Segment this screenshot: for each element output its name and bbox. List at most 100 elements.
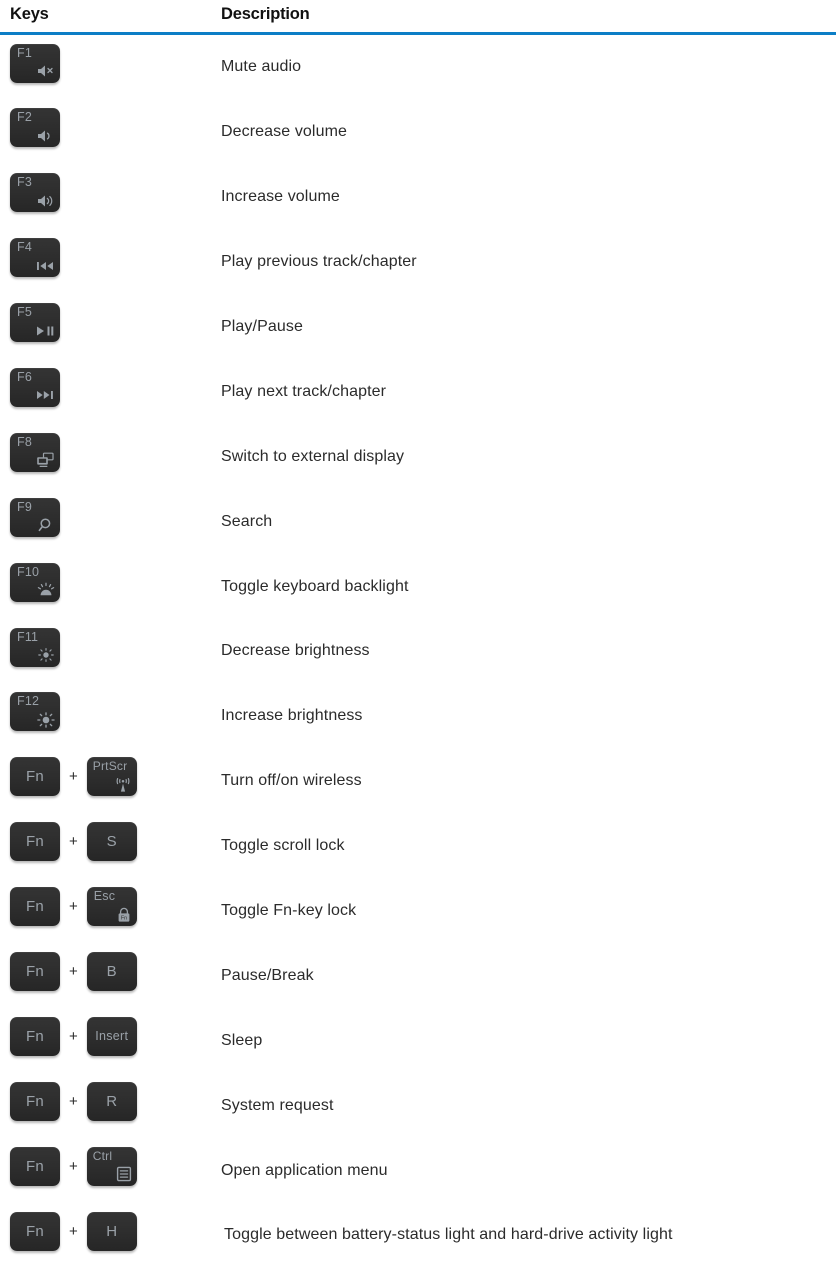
keycap-label: PrtScr — [92, 759, 128, 774]
table-row: F1 Mute audio — [0, 35, 836, 100]
keycap-f4[interactable]: F4 — [10, 238, 60, 278]
shortcut-description: Toggle keyboard backlight — [221, 577, 409, 595]
column-header-description: Description — [221, 5, 310, 23]
keycap-f5[interactable]: F5 — [10, 303, 60, 343]
keycap-fn[interactable]: Fn — [10, 757, 60, 797]
keycap-f9[interactable]: F9 — [10, 497, 60, 537]
keycap-label: Fn — [25, 1157, 45, 1175]
search-icon — [35, 517, 55, 534]
keycap-fn[interactable]: Fn — [10, 1081, 60, 1121]
table-header-row: Keys Description — [0, 0, 836, 32]
keycap-fn[interactable]: Fn — [10, 1211, 60, 1251]
table-row: F8 Switch to external display — [0, 424, 836, 489]
table-row: Fn + H Toggle between battery-status light … — [0, 1203, 836, 1268]
table-row: Fn + Esc Fn Toggle Fn-key lock — [0, 879, 836, 944]
keycap-label: Esc — [93, 889, 116, 904]
table-row: Fn + Ctrl Open application menu — [0, 1138, 836, 1203]
shortcut-description: Increase brightness — [221, 707, 363, 725]
keycap-f2[interactable]: F2 — [10, 108, 60, 148]
shortcut-description: System request — [221, 1096, 334, 1114]
keycap-fn[interactable]: Fn — [10, 887, 60, 927]
key-combination: Fn + PrtScr — [10, 756, 137, 798]
keycap-label: B — [106, 962, 117, 980]
key-separator-plus: + — [69, 1157, 78, 1175]
key-combination: Fn + B — [10, 950, 137, 992]
speaker-mute-icon — [35, 63, 55, 80]
table-row: F2 Decrease volume — [0, 100, 836, 165]
keycap-esc[interactable]: Esc Fn — [86, 887, 137, 927]
brightness-high-icon — [35, 711, 55, 728]
keycap-label: S — [106, 833, 117, 851]
keycap-fn[interactable]: Fn — [10, 951, 60, 991]
shortcut-description: Pause/Break — [221, 966, 314, 984]
keycap-label: Fn — [25, 1222, 45, 1240]
keycap-label: Insert — [95, 1029, 129, 1044]
svg-text:Fn: Fn — [121, 915, 127, 921]
keycap-label: Fn — [25, 768, 45, 786]
shortcut-description: Search — [221, 512, 273, 530]
table-row: Fn + S Toggle scroll lock — [0, 814, 836, 879]
table-row: Fn + B Pause/Break — [0, 943, 836, 1008]
key-combination: F11 — [10, 626, 60, 668]
column-header-keys: Keys — [10, 5, 49, 23]
keycap-f12[interactable]: F12 — [10, 692, 60, 732]
shortcut-description: Mute audio — [221, 58, 302, 76]
play-pause-icon — [35, 322, 55, 339]
shortcut-description: Play/Pause — [221, 318, 303, 335]
key-combination: Fn + S — [10, 821, 137, 863]
key-combination: F2 — [10, 107, 60, 149]
table-row: F3 Increase volume — [0, 165, 836, 230]
shortcut-description: Switch to external display — [221, 447, 405, 465]
keycap-h[interactable]: H — [86, 1211, 137, 1251]
keycap-f3[interactable]: F3 — [10, 173, 60, 213]
keycap-label: F2 — [17, 110, 32, 125]
keycap-label: F1 — [17, 45, 32, 60]
shortcut-description: Toggle between battery-status light and … — [224, 1226, 673, 1244]
keycap-s[interactable]: S — [86, 822, 137, 862]
keycap-f1[interactable]: F1 — [10, 43, 60, 83]
table-row: F10 Toggle keyboard backlight — [0, 554, 836, 619]
keycap-ctrl[interactable]: Ctrl — [86, 1146, 137, 1186]
keycap-label: F3 — [17, 175, 32, 190]
keycap-insert[interactable]: Insert — [86, 1016, 137, 1056]
keycap-fn[interactable]: Fn — [10, 822, 60, 862]
key-combination: Fn + Esc Fn — [10, 886, 137, 928]
keycap-label: F6 — [17, 369, 32, 384]
keycap-f6[interactable]: F6 — [10, 367, 60, 407]
brightness-low-icon — [35, 647, 55, 664]
key-combination: F5 — [10, 302, 60, 344]
table-row: Fn + PrtScr Turn off/on wireless — [0, 749, 836, 814]
keycap-b[interactable]: B — [86, 951, 137, 991]
shortcut-description: Decrease brightness — [221, 642, 370, 660]
keycap-label: Fn — [25, 962, 45, 980]
keycap-f10[interactable]: F10 — [10, 562, 60, 602]
application-menu-icon — [112, 1166, 132, 1183]
key-combination: Fn + Insert — [10, 1015, 137, 1057]
keycap-label: H — [106, 1222, 118, 1240]
external-display-icon — [35, 452, 55, 469]
keycap-fn[interactable]: Fn — [10, 1016, 60, 1056]
keycap-label: Fn — [25, 1027, 45, 1045]
shortcut-description: Decrease volume — [221, 123, 347, 141]
keycap-label: F4 — [17, 240, 32, 255]
keycap-prtscr[interactable]: PrtScr — [86, 757, 137, 797]
key-separator-plus: + — [69, 1027, 78, 1045]
keycap-label: F12 — [17, 694, 40, 709]
keycap-r[interactable]: R — [86, 1081, 137, 1121]
keycap-f8[interactable]: F8 — [10, 432, 60, 472]
table-row: F4 Play previous track/chapter — [0, 230, 836, 295]
keycap-fn[interactable]: Fn — [10, 1146, 60, 1186]
table-row: F9 Search — [0, 489, 836, 554]
keycap-label: Ctrl — [92, 1148, 113, 1163]
table-row: F12 Increase brightness — [0, 684, 836, 749]
key-separator-plus: + — [69, 898, 78, 916]
shortcut-description: Open application menu — [221, 1161, 388, 1179]
keycap-f11[interactable]: F11 — [10, 627, 60, 667]
wireless-tower-icon — [112, 776, 132, 793]
fn-lock-icon: Fn — [112, 906, 132, 923]
table-row: Fn + Insert Sleep — [0, 1008, 836, 1073]
key-separator-plus: + — [69, 1092, 78, 1110]
next-track-icon — [35, 387, 55, 404]
keycap-label: Fn — [25, 833, 45, 851]
shortcut-description: Play next track/chapter — [221, 382, 387, 400]
